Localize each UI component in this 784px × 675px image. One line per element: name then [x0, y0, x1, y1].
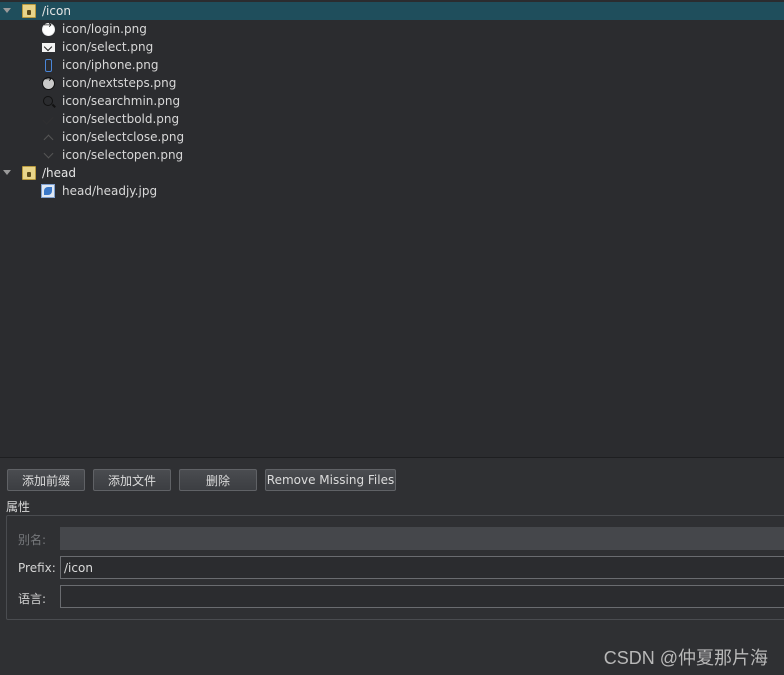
tree-file-item[interactable]: icon/login.png	[0, 20, 784, 38]
file-label: icon/selectopen.png	[62, 148, 184, 162]
file-label: icon/searchmin.png	[62, 94, 181, 108]
image-file-icon	[41, 184, 55, 198]
language-label: 语言:	[18, 592, 47, 606]
tree-file-item[interactable]: icon/searchmin.png	[0, 92, 784, 110]
alias-label: 别名:	[18, 533, 47, 547]
file-label: icon/selectbold.png	[62, 112, 180, 126]
language-field[interactable]	[60, 585, 784, 608]
expand-arrow-icon[interactable]	[3, 170, 11, 175]
tree-file-item[interactable]: icon/nextsteps.png	[0, 74, 784, 92]
nextsteps-icon	[41, 74, 55, 90]
tree-file-item[interactable]: icon/selectbold.png	[0, 110, 784, 128]
add-prefix-button[interactable]: 添加前缀	[7, 469, 85, 491]
tree-file-item[interactable]: icon/iphone.png	[0, 56, 784, 74]
watermark: CSDN @仲夏那片海	[603, 648, 768, 668]
tree-file-item[interactable]: head/headjy.jpg	[0, 182, 784, 200]
delete-button[interactable]: 删除	[179, 469, 257, 491]
login-icon	[41, 20, 55, 36]
prefix-field[interactable]	[60, 556, 784, 579]
selectclose-icon	[41, 130, 55, 144]
file-label: icon/login.png	[62, 22, 147, 36]
folder-lock-icon	[22, 4, 36, 18]
folder-label: /icon	[42, 4, 71, 18]
tree-file-item[interactable]: icon/select.png	[0, 38, 784, 56]
properties-title: 属性	[6, 500, 31, 514]
tree-folder-icon-prefix[interactable]: /icon	[0, 2, 784, 20]
alias-field	[60, 527, 784, 550]
remove-missing-files-button[interactable]: Remove Missing Files	[265, 469, 396, 491]
iphone-icon	[41, 58, 55, 72]
tree-file-item[interactable]: icon/selectopen.png	[0, 146, 784, 164]
folder-lock-icon	[22, 166, 36, 180]
expand-arrow-icon[interactable]	[3, 8, 11, 13]
file-label: icon/nextsteps.png	[62, 76, 177, 90]
file-label: icon/selectclose.png	[62, 130, 185, 144]
resource-toolbar: 添加前缀 添加文件 删除 Remove Missing Files	[0, 464, 784, 494]
tree-folder-head-prefix[interactable]: /head	[0, 164, 784, 182]
folder-label: /head	[42, 166, 77, 180]
selectbold-icon	[41, 112, 55, 126]
file-label: head/headjy.jpg	[62, 184, 158, 198]
prefix-label: Prefix:	[18, 561, 56, 575]
file-label: icon/iphone.png	[62, 58, 159, 72]
resource-tree[interactable]: /icon icon/login.png icon/select.png ico…	[0, 0, 784, 458]
select-icon	[41, 40, 55, 54]
tree-file-item[interactable]: icon/selectclose.png	[0, 128, 784, 146]
add-files-button[interactable]: 添加文件	[93, 469, 171, 491]
searchmin-icon	[41, 94, 55, 108]
selectopen-icon	[41, 148, 55, 162]
file-label: icon/select.png	[62, 40, 154, 54]
